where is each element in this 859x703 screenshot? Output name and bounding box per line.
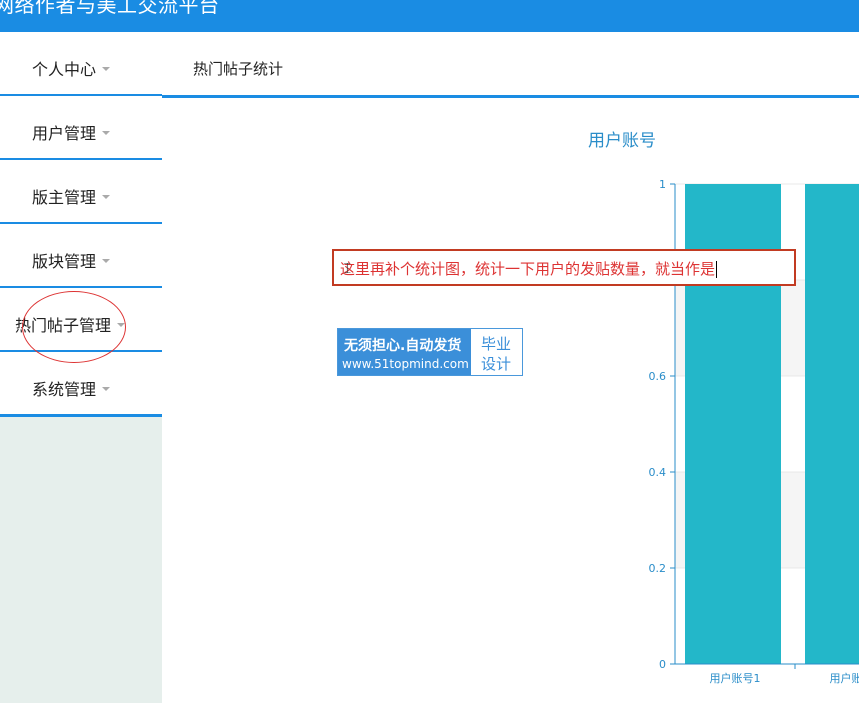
ibeam-cursor-icon: 𝙸: [342, 259, 353, 277]
y-tick-label: 1: [659, 178, 666, 191]
top-header-bar: 网络作者与美工交流平台: [0, 0, 859, 32]
annotation-text: 这里再补个统计图，统计一下用户的发贴数量，就当作是: [340, 260, 716, 278]
watermark-right1: 毕业: [481, 335, 512, 353]
sidebar-item-label: 版块管理: [32, 252, 97, 271]
sidebar-item-moderator-management[interactable]: 版主管理: [0, 160, 162, 225]
sidebar-item-board-management[interactable]: 版块管理: [0, 224, 162, 289]
annotation-textbox[interactable]: 这里再补个统计图，统计一下用户的发贴数量，就当作是 𝙸: [332, 249, 796, 286]
caret-down-icon: [102, 386, 111, 391]
watermark-logo: 无须担心.自动发货 www.51topmind.com 毕业 设计: [337, 328, 523, 376]
sidebar-item-personal-center[interactable]: 个人中心: [0, 32, 162, 97]
y-tick-label: 0.2: [649, 562, 667, 575]
watermark-line1: 无须担心.自动发货: [344, 338, 462, 354]
watermark-line2: www.51topmind.com: [342, 357, 469, 371]
sidebar-item-label: 用户管理: [32, 124, 97, 143]
caret-down-icon: [102, 66, 111, 71]
caret-down-icon: [102, 194, 111, 199]
sidebar-item-label: 版主管理: [32, 188, 97, 207]
x-tick-label: 用户账号1: [710, 671, 761, 685]
x-tick-label: 用户账号2: [830, 671, 859, 685]
y-tick-label: 0.4: [649, 466, 667, 479]
sidebar-item-label: 个人中心: [32, 60, 97, 79]
sidebar-item-user-management[interactable]: 用户管理: [0, 96, 162, 161]
red-circle-annotation: [22, 291, 126, 363]
breadcrumb: 热门帖子统计: [193, 60, 284, 78]
app-title: 网络作者与美工交流平台: [0, 0, 220, 17]
caret-down-icon: [102, 258, 111, 263]
sidebar-item-label: 系统管理: [32, 380, 97, 399]
watermark-right2: 设计: [481, 355, 512, 373]
bar: [805, 184, 859, 664]
text-caret: [716, 261, 718, 278]
y-tick-label: 0: [659, 658, 666, 671]
main-header: 热门帖子统计: [162, 32, 859, 98]
y-tick-label: 0.6: [649, 370, 667, 383]
caret-down-icon: [102, 130, 111, 135]
sidebar: 个人中心 用户管理 版主管理 版块管理 热门帖子管理 系统管理: [0, 32, 162, 703]
chart-title: 用户账号: [588, 131, 656, 151]
